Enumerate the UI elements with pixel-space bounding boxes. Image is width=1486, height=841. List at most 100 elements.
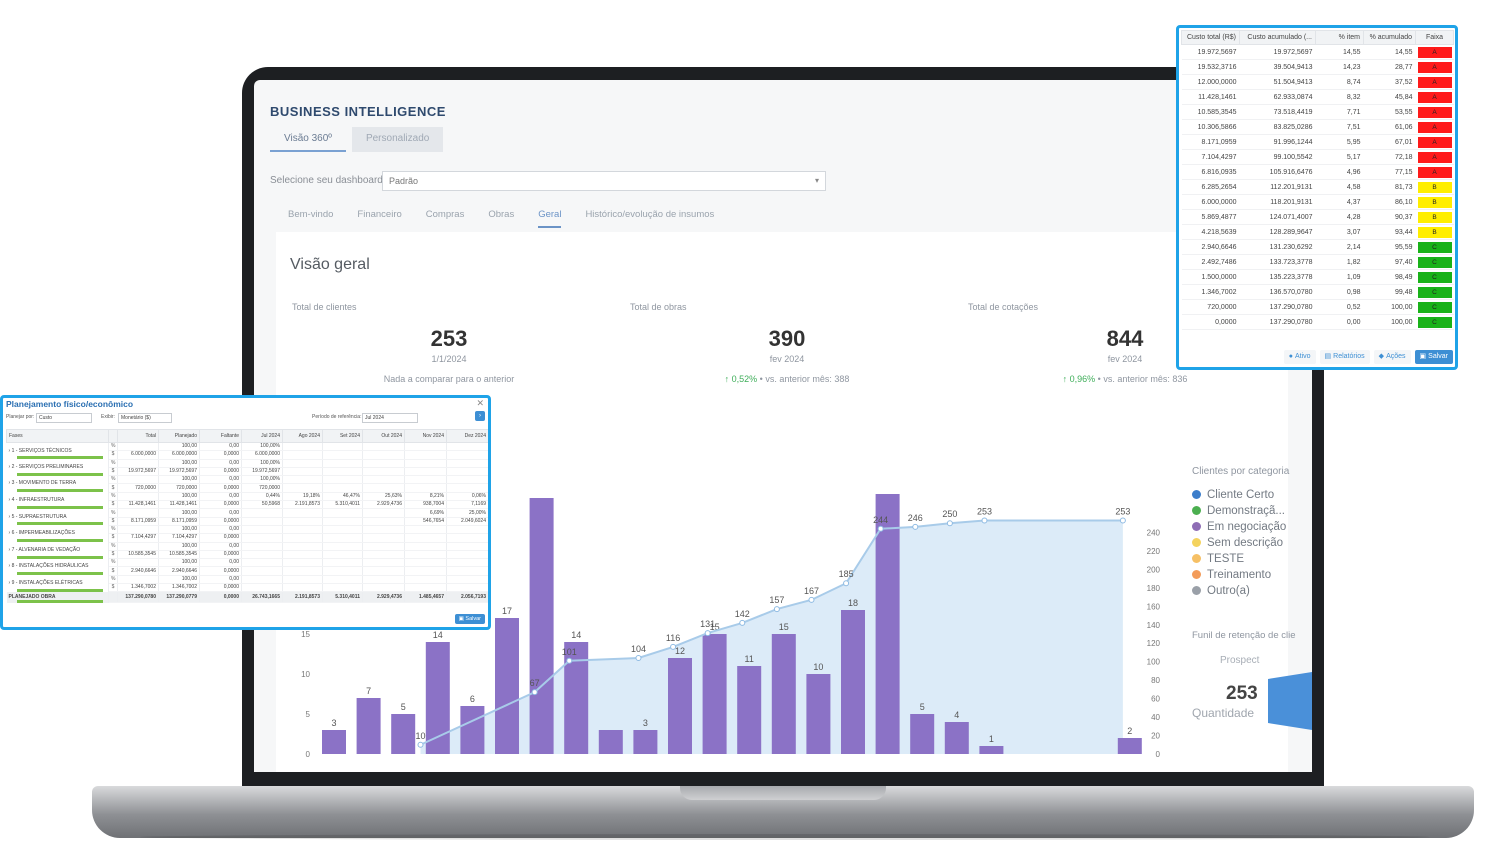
planning-cell[interactable] <box>241 533 283 543</box>
cumulative-point[interactable] <box>773 606 780 613</box>
planning-cell[interactable] <box>362 459 405 468</box>
bar[interactable] <box>356 698 381 754</box>
planning-cell[interactable]: 8,21% <box>404 492 447 502</box>
cost-row[interactable]: 7.104,4297 99.100,5542 5,17 72,18 A <box>1181 149 1454 165</box>
sub-tab-financeiro[interactable]: Financeiro <box>357 209 401 228</box>
cumulative-point[interactable] <box>739 619 746 626</box>
cost-row[interactable]: 5.869,4877 124.071,4007 4,28 90,37 B <box>1181 209 1454 225</box>
planning-cell[interactable] <box>362 450 405 460</box>
planning-column-header[interactable]: Out 2024 <box>362 429 405 443</box>
planning-phase-cell[interactable]: › 5 - SUPRAESTRUTURA <box>6 508 109 526</box>
planning-cell[interactable] <box>322 566 363 576</box>
bar[interactable] <box>495 618 519 754</box>
cumulative-point[interactable] <box>531 689 538 696</box>
planning-cell[interactable] <box>362 542 405 551</box>
bar[interactable] <box>460 706 485 754</box>
planning-cell[interactable]: 100,00 <box>158 508 200 518</box>
planning-cell[interactable] <box>446 475 488 485</box>
cost-row[interactable]: 6.000,0000 118.201,9131 4,37 86,10 B <box>1181 194 1454 210</box>
cost-column-header[interactable]: % item <box>1315 30 1364 45</box>
bar[interactable] <box>806 674 831 754</box>
legend-item[interactable]: TESTE <box>1192 552 1286 565</box>
bar[interactable] <box>1117 738 1142 754</box>
planning-cell[interactable]: 0,00 <box>199 459 242 468</box>
planning-cell[interactable] <box>117 575 159 585</box>
planning-cell[interactable]: 0,00 <box>199 542 242 551</box>
cumulative-point[interactable] <box>635 655 642 661</box>
planning-phase-cell[interactable]: › 1 - SERVIÇOS TÉCNICOS <box>6 442 109 460</box>
planning-cell[interactable]: 0,00 <box>199 475 242 485</box>
planning-cell[interactable]: 6,69% <box>404 508 447 518</box>
cost-row[interactable]: 10.306,5866 83.825,0286 7,51 61,06 A <box>1181 119 1454 135</box>
planning-cell[interactable]: 19.972,5697 <box>241 467 283 477</box>
planning-cell[interactable] <box>241 508 283 518</box>
legend-item[interactable]: Em negociação <box>1192 520 1286 533</box>
planning-cell[interactable] <box>404 450 447 460</box>
planning-cell[interactable]: 0,0000 <box>199 467 242 477</box>
bar[interactable] <box>633 730 658 754</box>
planning-cell[interactable]: 100,00 <box>158 459 200 468</box>
planning-cell[interactable]: 7.104,4297 <box>158 533 200 543</box>
planning-phase-cell[interactable]: › 9 - INSTALAÇÕES ELÉTRICAS <box>6 575 109 592</box>
planning-cell[interactable] <box>241 583 283 593</box>
planning-column-header[interactable]: Faltante <box>199 429 242 443</box>
planning-cell[interactable] <box>404 533 447 543</box>
planning-cell[interactable]: 100,00 <box>158 492 200 502</box>
close-icon[interactable]: ✕ <box>476 398 484 409</box>
planning-cell[interactable] <box>282 583 323 593</box>
planning-cell[interactable] <box>446 467 488 477</box>
save-button[interactable]: ▣ Salvar <box>454 614 485 624</box>
show-select[interactable]: Monetário ($) <box>118 413 172 423</box>
planning-cell[interactable] <box>446 450 488 460</box>
cost-row[interactable]: 6.285,2654 112.201,9131 4,58 81,73 B <box>1181 179 1454 195</box>
planning-phase-cell[interactable]: › 4 - INFRAESTRUTURA <box>6 492 109 509</box>
planning-cell[interactable]: 25,00% <box>446 508 488 518</box>
cost-row[interactable]: 4.218,5639 128.289,9647 3,07 93,44 B <box>1181 224 1454 240</box>
cost-row[interactable]: 1.346,7002 136.570,0780 0,98 99,48 C <box>1181 284 1454 300</box>
planning-cell[interactable] <box>241 525 283 535</box>
planning-cell[interactable]: 720,0000 <box>158 483 200 493</box>
planning-cell[interactable]: 0,00 <box>199 492 242 502</box>
planning-cell[interactable]: 6.000,0000 <box>117 450 159 460</box>
planning-cell[interactable]: 0,06% <box>446 492 488 502</box>
planning-cell[interactable] <box>241 566 283 576</box>
planning-cell[interactable]: 11.428,1461 <box>117 500 159 510</box>
planning-cell[interactable] <box>362 583 405 593</box>
bar[interactable] <box>944 722 969 754</box>
dashboard-select[interactable]: Padrão ▾ <box>382 171 826 191</box>
planning-cell[interactable]: 19.972,5697 <box>117 467 159 477</box>
planning-cell[interactable]: 0,0000 <box>199 566 242 576</box>
planning-cell[interactable]: 100,00 <box>158 575 200 585</box>
planning-cell[interactable] <box>446 525 488 535</box>
planning-cell[interactable] <box>282 575 323 585</box>
planning-cell[interactable] <box>404 459 447 468</box>
sub-tab-obras[interactable]: Obras <box>488 209 514 228</box>
planning-cell[interactable] <box>404 566 447 576</box>
planning-cell[interactable] <box>117 492 159 502</box>
planning-phase-cell[interactable]: › 7 - ALVENARIA DE VEDAÇÃO <box>6 542 109 559</box>
planning-cell[interactable] <box>446 550 488 560</box>
planning-cell[interactable]: 25,63% <box>362 492 405 502</box>
cumulative-point[interactable] <box>877 525 884 532</box>
cumulative-point[interactable] <box>843 580 850 587</box>
planning-cell[interactable] <box>446 583 488 593</box>
planning-cell[interactable] <box>282 483 323 493</box>
planning-cell[interactable]: 6.000,0000 <box>158 450 200 460</box>
cost-row[interactable]: 0,0000 137.290,0780 0,00 100,00 C <box>1181 314 1454 330</box>
bar[interactable] <box>979 746 1004 754</box>
legend-item[interactable]: Cliente Certo <box>1192 488 1286 501</box>
planning-cell[interactable]: 0,00 <box>199 508 242 518</box>
planning-cell[interactable] <box>241 558 283 568</box>
planning-cell[interactable]: 0,00 <box>199 575 242 585</box>
planning-column-header[interactable] <box>108 429 118 443</box>
planning-cell[interactable] <box>322 483 363 493</box>
bar[interactable] <box>841 610 865 754</box>
planning-cell[interactable] <box>282 508 323 518</box>
legend-item[interactable]: Demonstraçã... <box>1192 504 1286 517</box>
cost-row[interactable]: 19.532,3716 39.504,9413 14,23 28,77 A <box>1181 59 1454 75</box>
planning-cell[interactable] <box>446 483 488 493</box>
bar[interactable] <box>668 658 692 754</box>
planning-cell[interactable] <box>404 442 447 452</box>
sub-tab-bem-vindo[interactable]: Bem-vindo <box>288 209 333 228</box>
planning-column-header[interactable]: Dez 2024 <box>446 429 488 443</box>
